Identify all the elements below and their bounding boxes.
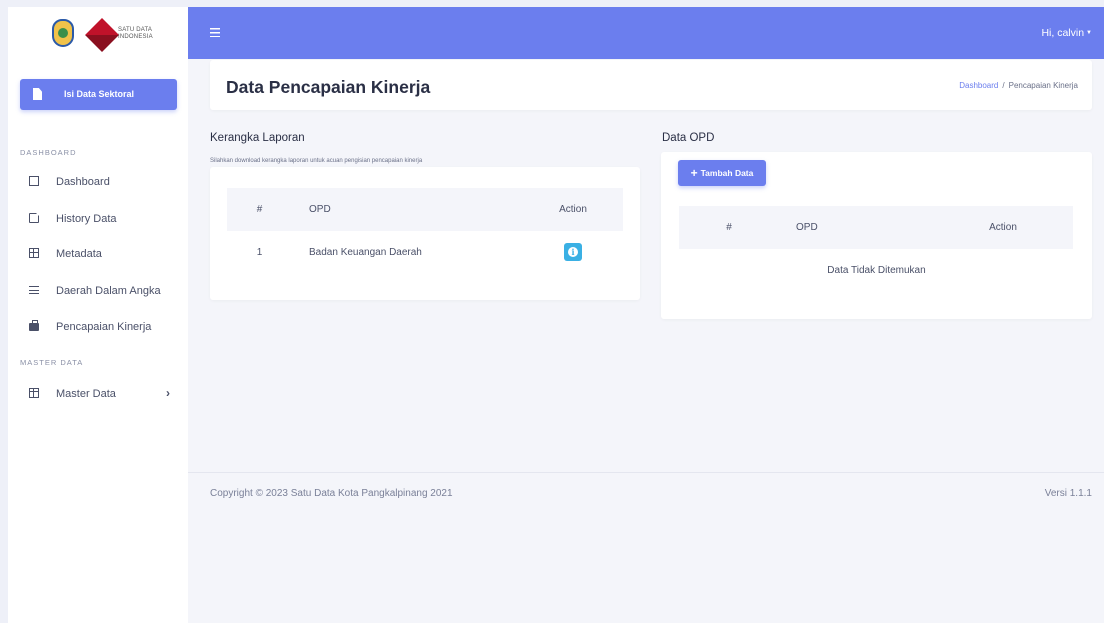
page-header-card: Data Pencapaian Kinerja Dashboard / Pencap… (210, 60, 1092, 110)
info-download-button[interactable] (564, 243, 582, 261)
breadcrumb: Dashboard / Pencapaian Kinerja (959, 81, 1078, 90)
column-header-number: # (256, 204, 263, 215)
sidebar-item-metadata[interactable]: Metadata (8, 242, 188, 266)
breadcrumb-home-link[interactable]: Dashboard (959, 81, 998, 90)
topbar: Hi, calvin ▼ (188, 7, 1104, 59)
kerangka-table-card: # OPD Action 1 Badan Keuangan Daerah (210, 167, 640, 300)
table-row: 1 Badan Keuangan Daerah (227, 231, 623, 273)
column-header-number: # (726, 222, 732, 233)
opd-table: # OPD Action (679, 206, 1073, 249)
app-frame: SATU DATA INDONESIA Isi Data Sektoral DAS… (8, 7, 1104, 623)
breadcrumb-separator: / (1002, 81, 1005, 90)
section-heading-master-data: MASTER DATA (20, 358, 84, 367)
sidebar-item-history-data[interactable]: History Data (8, 207, 188, 231)
sidebar-item-label: History Data (56, 213, 117, 225)
column-header-opd: OPD (796, 222, 818, 233)
row-opd: Badan Keuangan Daerah (309, 246, 422, 258)
empty-state-message: Data Tidak Ditemukan (827, 265, 926, 276)
grid-icon (29, 248, 39, 258)
footer-divider (188, 472, 1104, 473)
column-header-action: Action (559, 204, 587, 215)
kerangka-panel-title: Kerangka Laporan (210, 132, 305, 144)
isi-data-sektoral-label: Isi Data Sektoral (64, 89, 135, 99)
column-header-action: Action (989, 222, 1017, 233)
document-icon (33, 88, 42, 100)
sidebar-item-pencapaian-kinerja[interactable]: Pencapaian Kinerja (8, 315, 188, 339)
tambah-data-button[interactable]: + Tambah Data (678, 160, 766, 186)
logo[interactable]: SATU DATA INDONESIA (52, 15, 172, 55)
sidebar-item-label: Master Data (56, 388, 116, 400)
briefcase-icon (29, 320, 39, 331)
footer-copyright: Copyright © 2023 Satu Data Kota Pangkalp… (210, 488, 453, 499)
user-menu[interactable]: Hi, calvin ▼ (1041, 27, 1092, 39)
satu-data-logo-icon (85, 18, 119, 52)
isi-data-sektoral-button[interactable]: Isi Data Sektoral (20, 79, 177, 110)
table-header-row: # OPD Action (679, 206, 1073, 249)
plus-icon: + (690, 166, 698, 180)
sidebar-item-dashboard[interactable]: Dashboard (8, 170, 188, 194)
kerangka-panel-subtitle: Silahkan download kerangka laporan untuk… (210, 158, 423, 164)
section-heading-dashboard: DASHBOARD (20, 148, 77, 157)
sidebar-item-label: Dashboard (56, 176, 110, 188)
sidebar-item-master-data[interactable]: Master Data › (8, 382, 188, 406)
logo-text: SATU DATA INDONESIA (118, 27, 153, 40)
file-icon (29, 213, 39, 223)
sidebar: SATU DATA INDONESIA Isi Data Sektoral DAS… (8, 7, 188, 623)
sidebar-item-label: Pencapaian Kinerja (56, 321, 152, 333)
user-greeting: Hi, calvin (1041, 27, 1085, 39)
opd-table-card: + Tambah Data # OPD Action Data Tidak Dit… (661, 152, 1092, 319)
sidebar-item-label: Daerah Dalam Angka (56, 285, 161, 297)
kerangka-table: # OPD Action 1 Badan Keuangan Daerah (227, 188, 623, 273)
footer-version: Versi 1.1.1 (1044, 488, 1092, 499)
table-header-row: # OPD Action (227, 188, 623, 231)
menu-toggle-icon[interactable] (210, 28, 220, 37)
square-icon (29, 176, 39, 186)
table-icon (29, 388, 39, 398)
row-action-cell (523, 231, 623, 273)
caret-down-icon: ▼ (1086, 30, 1092, 36)
city-crest-icon (52, 19, 74, 47)
tambah-data-label: Tambah Data (700, 168, 754, 178)
row-number: 1 (256, 246, 263, 258)
page-title: Data Pencapaian Kinerja (226, 77, 431, 97)
breadcrumb-current: Pencapaian Kinerja (1008, 81, 1078, 90)
column-header-opd: OPD (309, 204, 331, 215)
sidebar-item-label: Metadata (56, 248, 102, 260)
chevron-right-icon: › (166, 386, 170, 400)
opd-panel-title: Data OPD (662, 132, 715, 144)
sidebar-item-daerah-dalam-angka[interactable]: Daerah Dalam Angka (8, 279, 188, 303)
list-icon (29, 285, 39, 295)
